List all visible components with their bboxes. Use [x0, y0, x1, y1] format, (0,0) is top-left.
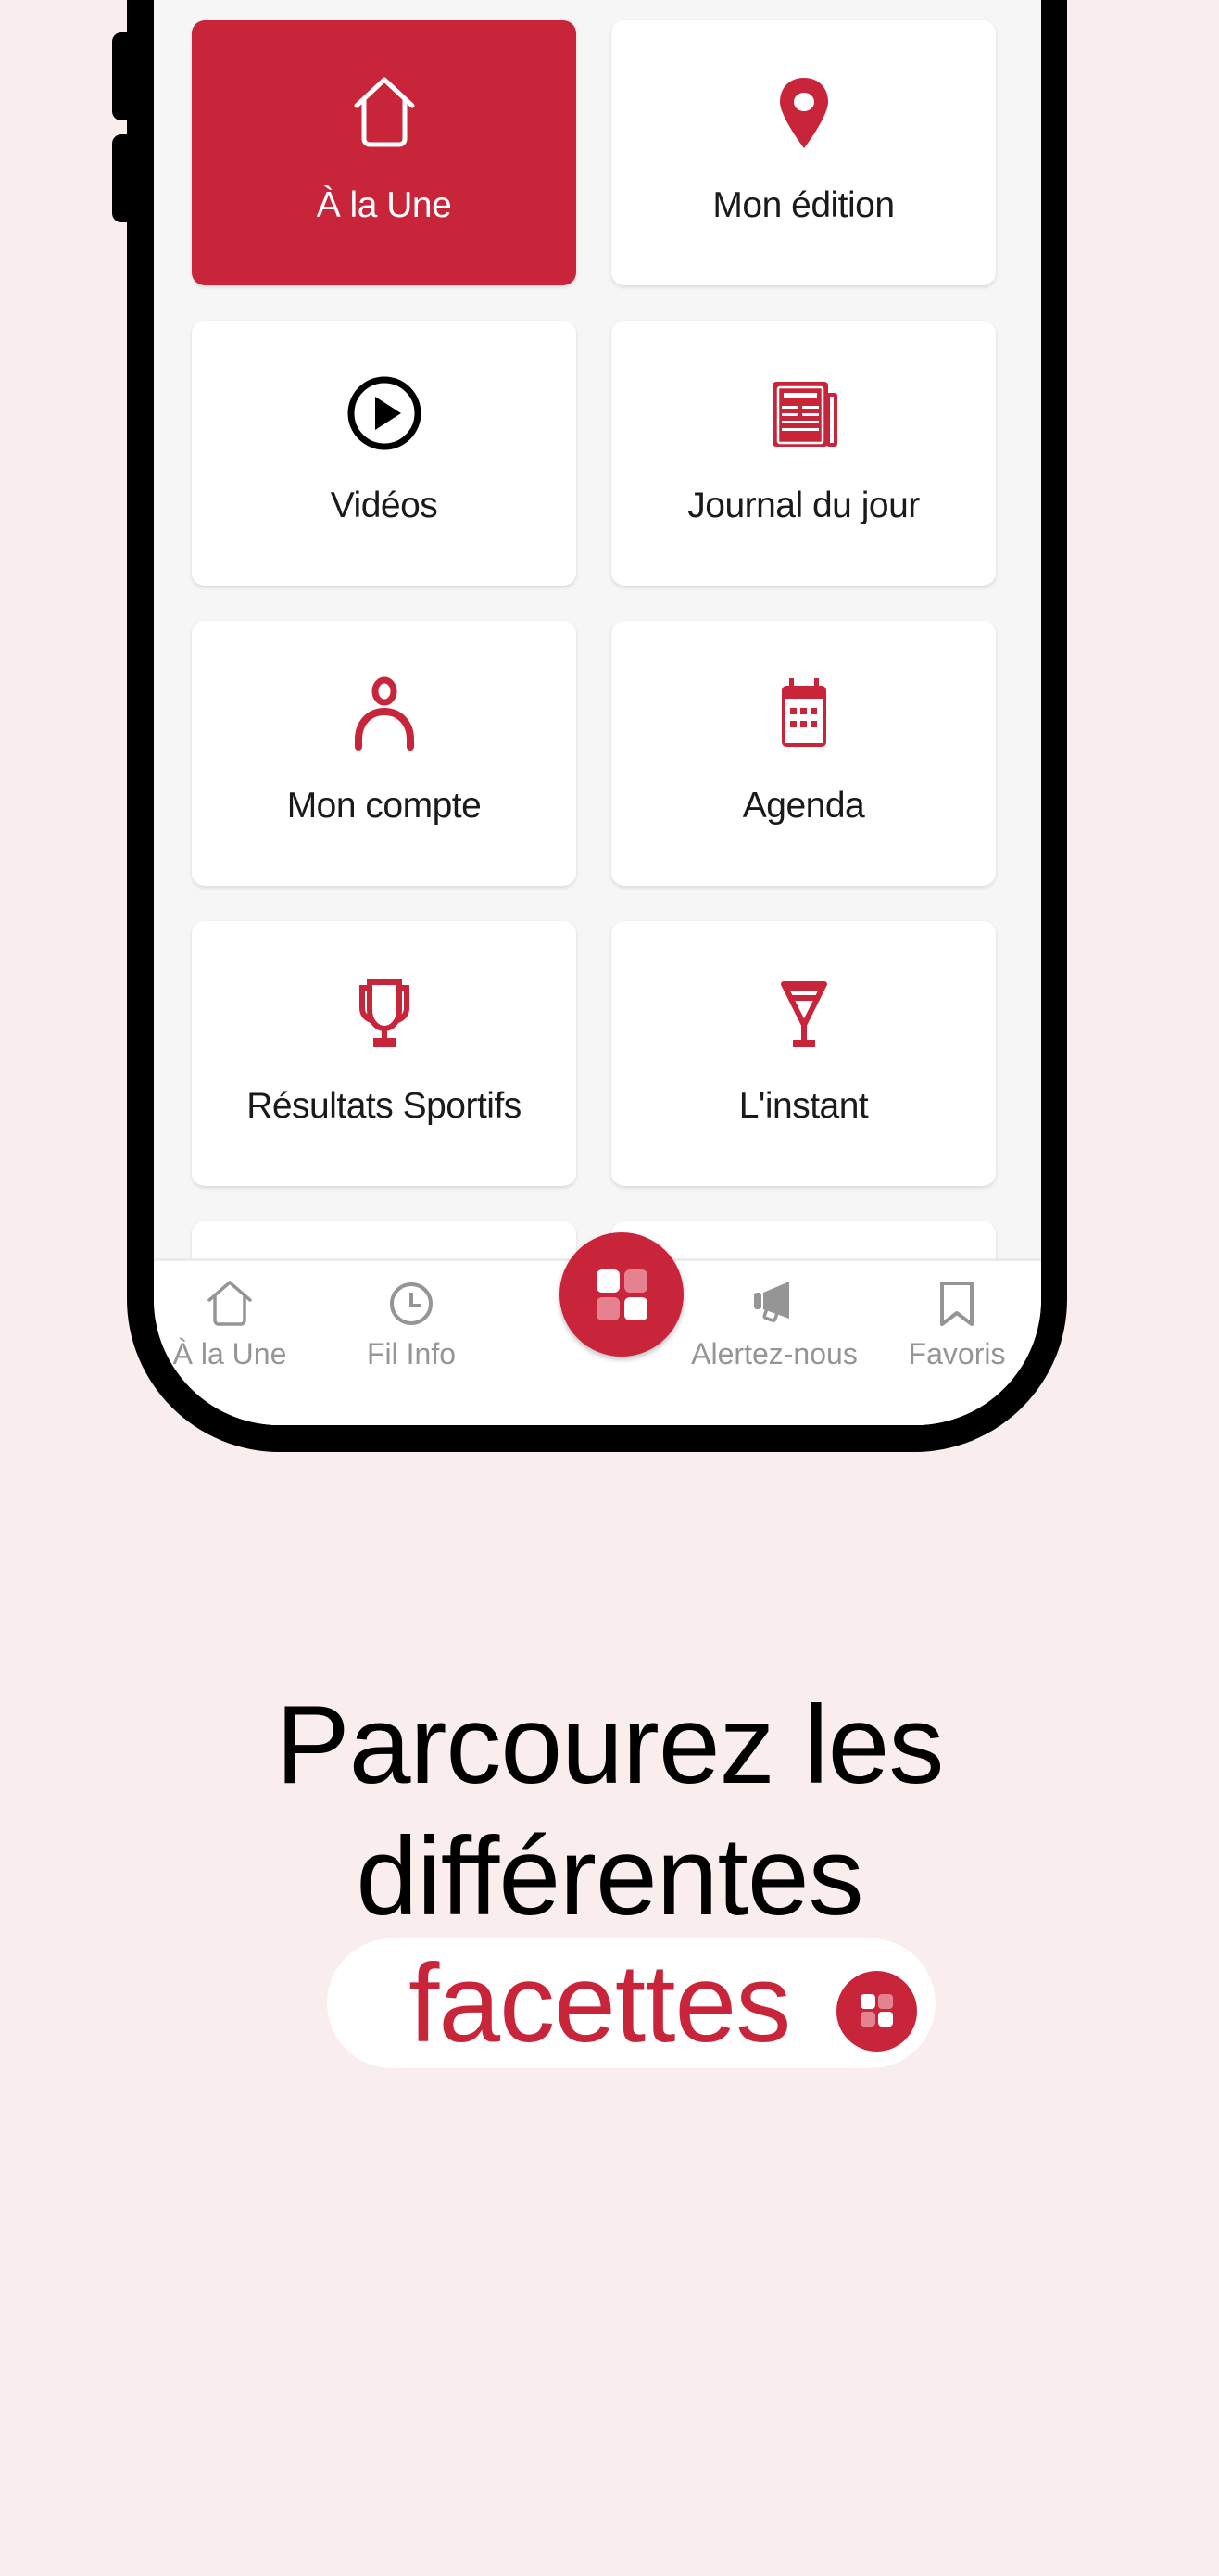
tile-a-la-une[interactable]: À la Une: [192, 20, 576, 285]
home-icon: [207, 1281, 252, 1326]
tile-mon-compte[interactable]: Mon compte: [192, 621, 576, 886]
trophy-icon: [358, 979, 409, 1047]
play-circle-icon: [347, 376, 421, 450]
tile-label: À la Une: [316, 185, 452, 225]
nav-label: Fil Info: [366, 1337, 457, 1370]
caption-highlight-word: facettes: [408, 1941, 791, 2065]
caption-highlight-pill: facettes: [327, 1938, 936, 2068]
caption-line-2: différentes: [356, 1814, 863, 1938]
tile-videos[interactable]: Vidéos: [192, 321, 576, 586]
tile-label: L'instant: [738, 1086, 869, 1126]
phone-frame: À la Une Mon édition Vidéos Journal du j…: [127, 0, 1067, 1452]
nav-label: Favoris: [908, 1337, 1006, 1370]
menu-grid: À la Une Mon édition Vidéos Journal du j…: [192, 20, 996, 1425]
tile-label: Mon édition: [712, 185, 895, 225]
calendar-icon: [781, 678, 826, 747]
apps-grid-icon: [836, 1971, 917, 2052]
cocktail-glass-icon: [780, 981, 827, 1047]
tile-resultats-sportifs[interactable]: Résultats Sportifs: [192, 921, 576, 1186]
nav-item-fil-info[interactable]: Fil Info: [319, 1261, 504, 1391]
caption-line-1: Parcourez les: [275, 1683, 945, 1807]
bookmark-icon: [940, 1282, 974, 1326]
tile-label: Journal du jour: [687, 486, 920, 525]
home-icon: [354, 77, 414, 147]
caption-headline: Parcourez les différentes: [0, 1679, 1219, 1942]
tile-l-instant[interactable]: L'instant: [611, 921, 996, 1186]
tile-agenda[interactable]: Agenda: [611, 621, 996, 886]
clock-icon: [390, 1282, 433, 1325]
nav-item-favoris[interactable]: Favoris: [864, 1261, 1041, 1391]
phone-screen: À la Une Mon édition Vidéos Journal du j…: [154, 0, 1041, 1425]
tile-label: Agenda: [742, 786, 865, 826]
tile-label: Vidéos: [330, 486, 438, 525]
newspaper-icon: [772, 382, 837, 447]
user-icon: [354, 676, 414, 751]
location-pin-icon: [779, 78, 828, 148]
tile-mon-edition[interactable]: Mon édition: [611, 20, 996, 285]
nav-item-alertez-nous[interactable]: Alertez-nous: [682, 1261, 867, 1391]
tile-label: Résultats Sportifs: [246, 1086, 522, 1126]
megaphone-icon: [754, 1282, 789, 1322]
tile-label: Mon compte: [286, 786, 482, 826]
apps-menu-button[interactable]: [559, 1232, 684, 1357]
nav-item-a-la-une[interactable]: À la Une: [154, 1261, 322, 1391]
tile-journal-du-jour[interactable]: Journal du jour: [611, 321, 996, 586]
